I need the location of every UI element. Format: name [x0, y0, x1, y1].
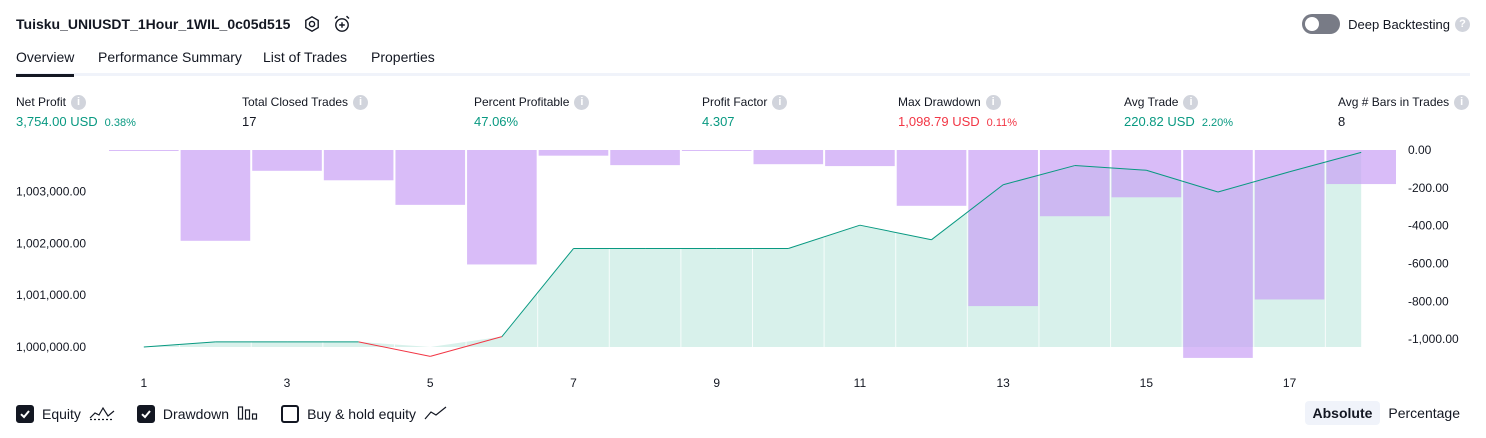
drawdown-bar: [753, 150, 824, 165]
drawdown-bar: [109, 150, 179, 151]
left-axis-tick-label: 1,003,000.00: [16, 184, 86, 198]
chart-legend: Equity Drawdown Buy & hold equity: [16, 403, 470, 425]
x-axis-tick-label: 7: [570, 376, 577, 390]
drawdown-bars-icon: [237, 405, 259, 424]
drawdown-bar: [538, 150, 609, 156]
metric-label: Max Drawdown: [898, 95, 981, 109]
metric-value: 1,098.79 USD: [898, 114, 980, 129]
metric-label: Percent Profitable: [474, 95, 570, 109]
drawdown-bar: [968, 150, 1038, 307]
metric-label: Profit Factor: [702, 95, 768, 109]
info-icon[interactable]: i: [772, 94, 788, 110]
buy-hold-checkbox[interactable]: [281, 405, 300, 423]
metric-percent-profitable: Percent Profitable i 47.06%: [474, 94, 590, 129]
equity-drawdown-chart[interactable]: 1,003,000.00 1,002,000.00 1,001,000.00 1,00…: [0, 140, 1486, 396]
drawdown-bar: [610, 150, 680, 166]
drawdown-bar: [1326, 150, 1396, 185]
tab-properties[interactable]: Properties: [371, 49, 435, 77]
x-axis-tick-label: 11: [854, 376, 867, 390]
left-axis-tick-label: 1,000,000.00: [16, 340, 86, 354]
info-icon[interactable]: i: [574, 94, 590, 110]
drawdown-bar: [825, 150, 895, 167]
question-circle-icon[interactable]: ?: [1455, 16, 1470, 32]
metric-label: Avg # Bars in Trades: [1338, 95, 1450, 109]
metric-percent: 0.38%: [104, 117, 136, 129]
info-icon[interactable]: i: [985, 94, 1001, 110]
metric-avg-bars-in-trades: Avg # Bars in Trades i 8: [1338, 94, 1470, 129]
drawdown-bar: [1039, 150, 1110, 217]
equity-line-icon: [89, 405, 115, 424]
metric-total-closed-trades: Total Closed Trades i 17: [242, 94, 369, 129]
legend-item-drawdown: Drawdown: [136, 405, 259, 424]
drawdown-bar: [1111, 150, 1182, 198]
deep-backtesting-toggle[interactable]: [1302, 14, 1341, 34]
tab-bar: Overview Performance Summary List of Tra…: [16, 44, 1470, 77]
right-axis-tick-label: -800.00: [1408, 294, 1449, 308]
deep-backtesting-label: Deep Backtesting: [1348, 16, 1450, 32]
metric-value: 220.82 USD: [1124, 114, 1195, 129]
right-axis-tick-label: 0.00: [1408, 143, 1432, 157]
x-axis-tick-label: 13: [996, 376, 1010, 390]
mode-absolute-button[interactable]: Absolute: [1304, 401, 1381, 425]
display-mode-switch: Absolute Percentage: [1304, 401, 1469, 425]
equity-checkbox[interactable]: [16, 405, 34, 423]
drawdown-bar: [395, 150, 466, 205]
x-axis-tick-label: 15: [1140, 376, 1154, 390]
metric-percent: 2.20%: [1201, 117, 1234, 129]
info-icon[interactable]: i: [71, 94, 87, 110]
info-icon[interactable]: i: [353, 94, 369, 110]
metric-percent: 0.11%: [986, 117, 1018, 129]
x-axis-tick-label: 9: [713, 376, 720, 390]
drawdown-bar: [252, 150, 322, 171]
gear-icon[interactable]: [302, 14, 322, 34]
info-icon[interactable]: i: [1183, 94, 1199, 110]
drawdown-bar: [1254, 150, 1325, 300]
x-axis-tick-label: 17: [1283, 376, 1297, 390]
mode-percentage-button[interactable]: Percentage: [1380, 401, 1468, 425]
right-axis-tick-label: -600.00: [1408, 257, 1449, 271]
drawdown-bar: [896, 150, 967, 206]
legend-label: Buy & hold equity: [307, 406, 417, 422]
right-axis-tick-label: -400.00: [1408, 219, 1449, 233]
metric-label: Total Closed Trades: [242, 95, 349, 109]
right-axis-tick-label: -1,000.00: [1408, 332, 1459, 346]
metric-avg-trade: Avg Trade i 220.82 USD 2.20%: [1124, 94, 1233, 129]
drawdown-bar: [323, 150, 394, 181]
left-axis-tick-label: 1,001,000.00: [16, 288, 86, 302]
legend-item-equity: Equity: [16, 405, 115, 424]
tab-list-of-trades[interactable]: List of Trades: [263, 49, 347, 77]
tab-overview[interactable]: Overview: [16, 49, 75, 77]
tab-performance-summary[interactable]: Performance Summary: [98, 49, 242, 77]
metric-max-drawdown: Max Drawdown i 1,098.79 USD 0.11%: [898, 94, 1017, 129]
drawdown-bar: [467, 150, 537, 265]
x-axis-tick-label: 3: [284, 376, 291, 390]
legend-label: Drawdown: [162, 406, 230, 422]
drawdown-checkbox[interactable]: [136, 405, 155, 423]
drawdown-bar: [681, 150, 752, 151]
left-axis-tick-label: 1,002,000.00: [16, 236, 86, 250]
metric-value: 17: [242, 114, 257, 129]
deep-backtesting-control: Deep Backtesting ?: [1302, 12, 1470, 36]
right-axis-tick-label: -200.00: [1408, 181, 1449, 195]
drawdown-bar: [1183, 150, 1253, 358]
metric-profit-factor: Profit Factor i 4.307: [702, 94, 788, 129]
metric-value: 4.307: [702, 114, 735, 129]
strategy-title-row: Tuisku_UNIUSDT_1Hour_1WIL_0c05d515: [16, 12, 352, 36]
toggle-knob: [1305, 17, 1320, 31]
metric-value: 47.06%: [474, 114, 519, 129]
drawdown-bar: [180, 150, 251, 241]
legend-label: Equity: [42, 406, 81, 422]
metric-net-profit: Net Profit i 3,754.00 USD 0.38%: [16, 94, 136, 129]
metric-label: Net Profit: [16, 95, 67, 109]
buy-hold-line-icon: [424, 405, 448, 424]
metric-label: Avg Trade: [1124, 95, 1179, 109]
metric-value: 3,754.00 USD: [16, 114, 98, 129]
x-axis-tick-label: 1: [140, 376, 147, 390]
metric-value: 8: [1338, 114, 1346, 129]
info-icon[interactable]: i: [1454, 94, 1470, 110]
strategy-title: Tuisku_UNIUSDT_1Hour_1WIL_0c05d515: [16, 16, 291, 32]
legend-item-buy-hold: Buy & hold equity: [281, 405, 448, 424]
alarm-clock-plus-icon[interactable]: [332, 14, 352, 34]
x-axis-tick-label: 5: [427, 376, 434, 390]
